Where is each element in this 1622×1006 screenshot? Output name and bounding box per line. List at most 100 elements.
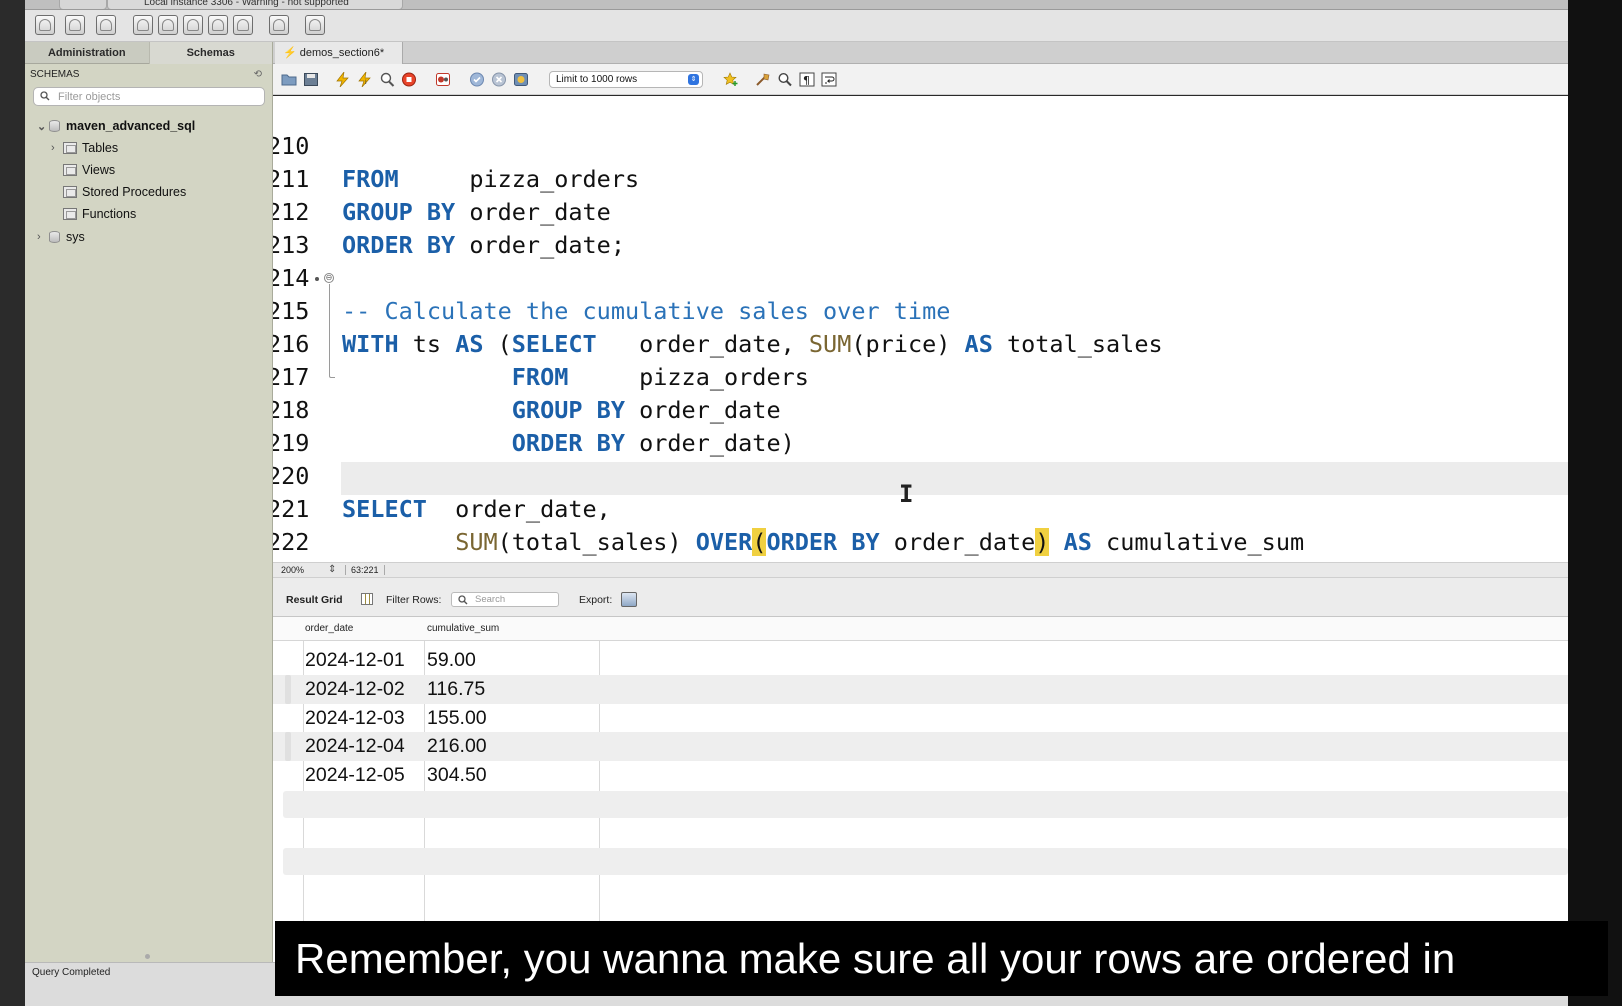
create-schema-icon[interactable] xyxy=(133,15,153,35)
row-selector[interactable] xyxy=(285,675,291,704)
result-grid: order_date cumulative_sum 2024-12-01 59.… xyxy=(273,617,1568,962)
code-line: 216 FROM pizza_orders xyxy=(273,295,1568,391)
result-grid-tab[interactable]: Result Grid xyxy=(286,594,343,606)
tree-item-tables[interactable]: › Tables xyxy=(51,141,118,155)
inspector-icon[interactable] xyxy=(96,15,116,35)
limit-rows-value: Limit to 1000 rows xyxy=(556,74,638,85)
word-wrap-icon[interactable] xyxy=(821,72,837,87)
search-table-data-icon[interactable] xyxy=(269,15,289,35)
cell-order-date[interactable]: 2024-12-03 xyxy=(305,707,405,730)
tree-item-label: Functions xyxy=(82,207,137,221)
execute-current-icon[interactable]: I xyxy=(357,72,373,87)
chevron-right-icon[interactable]: › xyxy=(37,231,49,243)
database-name: sys xyxy=(66,230,85,244)
table-row[interactable]: 2024-12-05 304.50 xyxy=(273,761,1568,790)
editor-toolbar: I Limit to 1000 rows ⇕ ¶ xyxy=(273,64,1568,95)
create-view-icon[interactable] xyxy=(183,15,203,35)
tab-administration[interactable]: Administration xyxy=(25,42,149,64)
cell-order-date[interactable]: 2024-12-02 xyxy=(305,678,405,701)
tab-title: demos_section6* xyxy=(299,47,385,59)
zoom-level[interactable]: 200% xyxy=(281,565,304,575)
code-line: 210 FROM pizza_orders xyxy=(273,97,1568,193)
code-line: 218 ORDER BY order_date) xyxy=(273,361,1568,457)
column-header-cumulative-sum[interactable]: cumulative_sum xyxy=(427,623,499,634)
new-sql-tab-icon[interactable] xyxy=(35,15,55,35)
sidebar-resize-handle[interactable] xyxy=(145,954,150,959)
open-folder-icon[interactable] xyxy=(281,72,297,87)
cell-cumulative-sum[interactable]: 59.00 xyxy=(427,649,476,672)
chevron-down-icon[interactable]: ⌄ xyxy=(37,120,49,133)
tree-item-label: Views xyxy=(82,163,116,177)
table-row[interactable]: 2024-12-01 59.00 xyxy=(273,646,1568,675)
find-icon[interactable] xyxy=(777,72,793,87)
lightning-icon: ⚡ xyxy=(283,47,297,59)
code-line: 213 xyxy=(273,196,1568,259)
tab-sql-editor[interactable]: ⚡ demos_section6* xyxy=(275,42,403,64)
editor-statusbar: 200% ⇕ 63:221 xyxy=(273,562,1568,585)
editor-tabbar: ⚡ demos_section6* xyxy=(273,42,1568,64)
cell-order-date[interactable]: 2024-12-04 xyxy=(305,735,405,758)
sidebar-tabs: Administration Schemas xyxy=(25,42,272,64)
cell-cumulative-sum[interactable]: 216.00 xyxy=(427,735,487,758)
cell-cumulative-sum[interactable]: 304.50 xyxy=(427,764,487,787)
commit-icon[interactable] xyxy=(469,72,485,87)
grid-view-icon[interactable] xyxy=(361,593,373,605)
tables-folder-icon xyxy=(63,142,77,154)
column-header-order-date[interactable]: order_date xyxy=(305,623,353,634)
title-bar: Local instance 3306 - Warning - not supp… xyxy=(25,0,1568,10)
cell-order-date[interactable]: 2024-12-01 xyxy=(305,649,405,672)
tree-database-maven[interactable]: ⌄ maven_advanced_sql xyxy=(37,119,195,133)
zoom-stepper-icon[interactable]: ⇕ xyxy=(328,564,336,575)
cell-order-date[interactable]: 2024-12-05 xyxy=(305,764,405,787)
result-toolbar: Result Grid Filter Rows: Search Export: xyxy=(273,578,1568,617)
toggle-stop-on-error-icon[interactable] xyxy=(435,72,451,87)
code-line: 215 WITH ts AS (SELECT order_date, SUM(p… xyxy=(273,262,1568,358)
code-line: 219 xyxy=(273,394,1568,457)
cell-cumulative-sum[interactable]: 155.00 xyxy=(427,707,487,730)
refresh-icon[interactable]: ⟲ xyxy=(254,69,262,80)
tree-item-stored-procedures[interactable]: Stored Procedures xyxy=(63,185,186,199)
save-icon[interactable] xyxy=(303,72,319,87)
limit-rows-select[interactable]: Limit to 1000 rows ⇕ xyxy=(549,71,703,88)
table-row[interactable]: 2024-12-03 155.00 xyxy=(273,704,1568,733)
database-icon xyxy=(49,231,60,243)
add-snippet-icon[interactable] xyxy=(723,72,739,87)
grid-header: order_date cumulative_sum xyxy=(273,617,1568,641)
right-edge xyxy=(1568,0,1622,1006)
create-procedure-icon[interactable] xyxy=(208,15,228,35)
tree-database-sys[interactable]: › sys xyxy=(37,230,85,244)
invisible-chars-icon[interactable]: ¶ xyxy=(799,72,815,87)
table-row[interactable]: 2024-12-02 116.75 xyxy=(273,675,1568,704)
tab-schemas[interactable]: Schemas xyxy=(148,42,272,64)
filter-objects-input[interactable]: Filter objects xyxy=(33,87,265,106)
cell-cumulative-sum[interactable]: 116.75 xyxy=(427,678,485,701)
autocommit-icon[interactable] xyxy=(513,72,529,87)
explain-icon[interactable] xyxy=(379,72,395,87)
row-selector[interactable] xyxy=(285,732,291,761)
workbench-window: Local instance 3306 - Warning - not supp… xyxy=(0,0,1622,1006)
export-icon[interactable] xyxy=(621,592,637,607)
stop-icon[interactable] xyxy=(401,72,417,87)
tree-item-functions[interactable]: Functions xyxy=(63,207,136,221)
code-line: 214 -- Calculate the cumulative sales ov… xyxy=(273,229,1568,325)
execute-icon[interactable] xyxy=(335,72,351,87)
tree-item-views[interactable]: Views xyxy=(63,163,115,177)
code-line: 223 xyxy=(273,526,1568,562)
sql-editor[interactable]: ⊖ 210 FROM pizza_orders 211 GROUP BY ord… xyxy=(273,96,1568,562)
svg-text:¶: ¶ xyxy=(803,74,810,87)
schemas-header: SCHEMAS xyxy=(30,69,80,80)
connection-tab[interactable]: Local instance 3306 - Warning - not supp… xyxy=(107,0,403,9)
select-arrows-icon: ⇕ xyxy=(688,74,699,85)
code-line: 217 GROUP BY order_date xyxy=(273,328,1568,424)
home-tab[interactable] xyxy=(59,0,107,9)
chevron-right-icon[interactable]: › xyxy=(51,142,63,154)
create-function-icon[interactable] xyxy=(233,15,253,35)
table-row[interactable]: 2024-12-04 216.00 xyxy=(273,732,1568,761)
search-icon xyxy=(458,595,468,605)
reconnect-icon[interactable] xyxy=(305,15,325,35)
beautify-icon[interactable] xyxy=(755,72,771,87)
rollback-icon[interactable] xyxy=(491,72,507,87)
create-table-icon[interactable] xyxy=(158,15,178,35)
status-text: Query Completed xyxy=(32,967,111,978)
open-sql-script-icon[interactable] xyxy=(65,15,85,35)
